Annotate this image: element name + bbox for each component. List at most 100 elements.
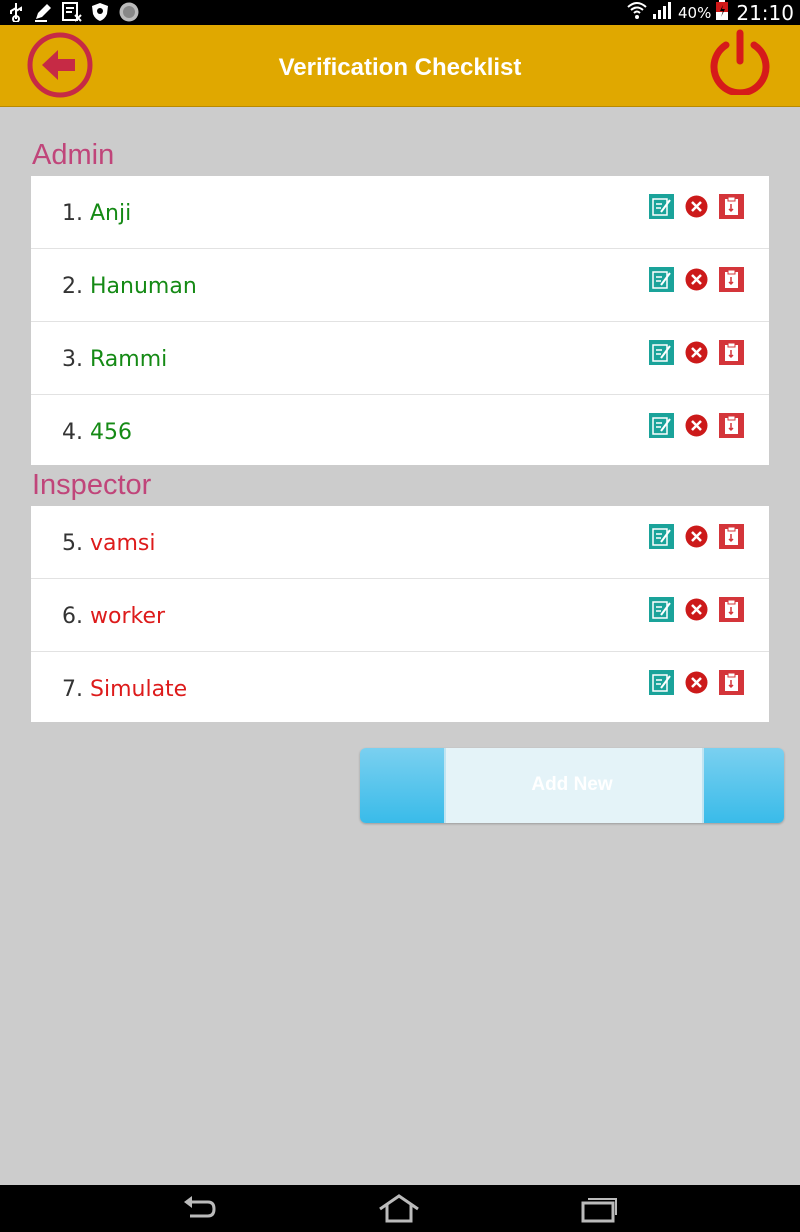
item-number: 6. [62, 604, 83, 629]
edit-button[interactable] [649, 340, 674, 365]
delete-button[interactable] [684, 670, 709, 695]
edit-button[interactable] [649, 670, 674, 695]
row-actions [649, 267, 744, 292]
item-number: 1. [62, 201, 83, 226]
delete-icon [685, 525, 708, 548]
clipboard-icon [719, 524, 744, 549]
system-indicators: 40% 21:10 [626, 0, 794, 25]
battery-icon [715, 0, 729, 26]
list-item[interactable]: 6. worker [31, 579, 769, 652]
nav-recent-button[interactable] [576, 1193, 622, 1225]
edit-icon [649, 597, 674, 622]
clock: 21:10 [736, 0, 794, 25]
usb-icon [8, 2, 24, 22]
edit-button[interactable] [649, 597, 674, 622]
edit-button[interactable] [649, 524, 674, 549]
app-icon [118, 2, 140, 22]
item-name: Anji [90, 201, 132, 226]
clipboard-icon [719, 670, 744, 695]
list-item[interactable]: 2. Hanuman [31, 249, 769, 322]
row-actions [649, 194, 744, 219]
clipboard-button[interactable] [719, 597, 744, 622]
item-number: 4. [62, 420, 83, 445]
status-bar: 40% 21:10 [0, 0, 800, 25]
recent-apps-icon [581, 1198, 617, 1223]
edit-icon [649, 267, 674, 292]
sim-icon [62, 2, 82, 22]
list-item[interactable]: 5. vamsi [31, 506, 769, 579]
list-item[interactable]: 3. Rammi [31, 322, 769, 395]
item-name: Hanuman [90, 274, 197, 299]
list-item[interactable]: 7. Simulate [31, 652, 769, 724]
section-title-inspector: Inspector [32, 469, 152, 501]
nav-home-button[interactable] [376, 1193, 422, 1225]
delete-icon [685, 341, 708, 364]
delete-button[interactable] [684, 597, 709, 622]
edit-icon [649, 670, 674, 695]
signal-icon [652, 0, 674, 25]
clipboard-button[interactable] [719, 194, 744, 219]
edit-button[interactable] [649, 413, 674, 438]
admin-list: 1. Anji 2. Hanuman 3. Rammi 4. 456 [31, 176, 769, 465]
section-title-admin: Admin [32, 139, 115, 171]
clipboard-icon [719, 597, 744, 622]
clipboard-icon [719, 413, 744, 438]
clipboard-button[interactable] [719, 413, 744, 438]
item-name: Rammi [90, 347, 168, 372]
inspector-list: 5. vamsi 6. worker 7. Simulate [31, 506, 769, 722]
shield-icon [91, 2, 109, 22]
logout-button[interactable] [706, 29, 774, 97]
row-actions [649, 597, 744, 622]
list-item[interactable]: 1. Anji [31, 176, 769, 249]
home-nav-icon [379, 1194, 419, 1223]
power-icon [710, 29, 770, 97]
edit-icon [649, 194, 674, 219]
edit-icon [649, 413, 674, 438]
item-name: vamsi [90, 531, 156, 556]
add-new-button[interactable]: Add New [360, 748, 784, 823]
item-number: 7. [62, 677, 83, 702]
delete-button[interactable] [684, 524, 709, 549]
item-number: 5. [62, 531, 83, 556]
clipboard-button[interactable] [719, 267, 744, 292]
list-item[interactable]: 4. 456 [31, 395, 769, 467]
delete-icon [685, 671, 708, 694]
delete-button[interactable] [684, 267, 709, 292]
edit-button[interactable] [649, 267, 674, 292]
back-arrow-icon [27, 32, 93, 98]
edit-icon [649, 524, 674, 549]
edit-button[interactable] [649, 194, 674, 219]
item-name: 456 [90, 420, 132, 445]
item-name: Simulate [90, 677, 188, 702]
wifi-icon [626, 0, 648, 25]
back-button[interactable] [25, 32, 95, 98]
clipboard-icon [719, 267, 744, 292]
row-actions [649, 413, 744, 438]
clipboard-icon [719, 340, 744, 365]
navigation-bar [0, 1185, 800, 1232]
item-number: 2. [62, 274, 83, 299]
battery-percent: 40% [678, 3, 712, 22]
edit-icon [649, 340, 674, 365]
back-nav-icon [184, 1196, 216, 1218]
item-name: worker [90, 604, 166, 629]
delete-button[interactable] [684, 340, 709, 365]
delete-button[interactable] [684, 194, 709, 219]
clipboard-button[interactable] [719, 524, 744, 549]
clipboard-button[interactable] [719, 340, 744, 365]
row-actions [649, 670, 744, 695]
delete-icon [685, 598, 708, 621]
nav-back-button[interactable] [176, 1193, 222, 1225]
delete-icon [685, 414, 708, 437]
pencil-icon [33, 2, 53, 22]
page-title: Verification Checklist [278, 54, 522, 81]
delete-button[interactable] [684, 413, 709, 438]
item-number: 3. [62, 347, 83, 372]
app-header: Verification Checklist [0, 25, 800, 107]
add-new-label: Add New [531, 774, 613, 795]
clipboard-icon [719, 194, 744, 219]
delete-icon [685, 268, 708, 291]
delete-icon [685, 195, 708, 218]
row-actions [649, 524, 744, 549]
clipboard-button[interactable] [719, 670, 744, 695]
